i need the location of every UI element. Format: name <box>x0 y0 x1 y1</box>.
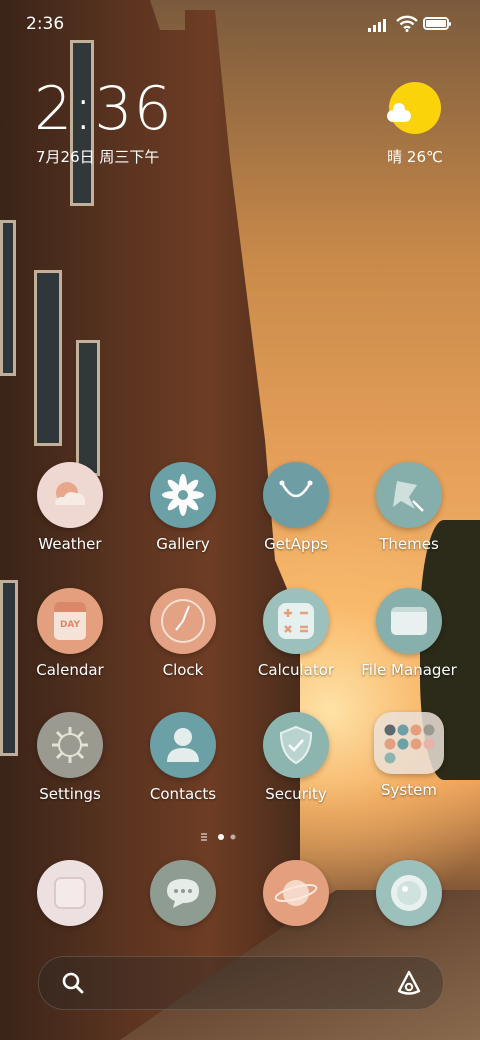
app-label: Themes <box>379 535 439 553</box>
wifi-icon <box>396 15 418 32</box>
page-indicator[interactable] <box>200 828 260 841</box>
status-bar: 2:36 <box>0 0 480 50</box>
status-time: 2:36 <box>26 14 65 34</box>
app-security[interactable]: Security <box>241 712 351 803</box>
building-window <box>34 270 62 446</box>
app-file-manager[interactable]: File Manager <box>354 588 464 679</box>
app-label: Calculator <box>257 661 335 679</box>
weather-app-icon <box>37 462 103 528</box>
app-label: Clock <box>162 661 204 679</box>
app-contacts[interactable]: Contacts <box>128 712 238 803</box>
app-getapps[interactable]: GetApps <box>241 462 351 553</box>
app-calculator[interactable]: Calculator <box>241 588 351 679</box>
message-icon <box>150 860 216 926</box>
weather-widget[interactable]: 晴 26℃ <box>384 82 446 167</box>
phone-icon <box>37 860 103 926</box>
folder-grid-icon <box>374 712 444 774</box>
dock-messages[interactable] <box>128 860 238 926</box>
calendar-icon: DAY <box>37 588 103 654</box>
app-label: Contacts <box>149 785 217 803</box>
signal-icon <box>368 18 392 32</box>
app-label: Weather <box>38 535 102 553</box>
dock-camera[interactable] <box>354 860 464 926</box>
clock-widget-date: 7月26日 周三下午 <box>36 148 160 166</box>
app-label: File Manager <box>361 661 457 679</box>
shield-icon <box>263 712 329 778</box>
clock-icon <box>150 588 216 654</box>
calculator-icon <box>263 588 329 654</box>
app-settings[interactable]: Settings <box>15 712 125 803</box>
app-label: Settings <box>39 785 101 803</box>
planet-icon <box>263 860 329 926</box>
app-label: Gallery <box>156 535 210 553</box>
app-themes[interactable]: Themes <box>354 462 464 553</box>
battery-icon <box>423 17 451 30</box>
clock-widget-time[interactable]: 2:36 <box>34 74 173 144</box>
home-search-bar[interactable] <box>38 956 444 1010</box>
person-icon <box>150 712 216 778</box>
search-icon <box>62 972 84 994</box>
sunny-icon <box>387 82 441 134</box>
app-label: Security <box>265 785 327 803</box>
dock-browser[interactable] <box>241 860 351 926</box>
gear-icon <box>37 712 103 778</box>
app-weather[interactable]: Weather <box>15 462 125 553</box>
building-window <box>0 220 16 376</box>
app-system-folder[interactable]: System <box>354 712 464 799</box>
assistant-icon[interactable] <box>395 969 423 997</box>
dock-phone[interactable] <box>15 860 125 926</box>
camera-icon <box>376 860 442 926</box>
calendar-day-text: DAY <box>59 620 81 630</box>
building-window <box>76 340 100 476</box>
app-clock[interactable]: Clock <box>128 588 238 679</box>
app-calendar[interactable]: DAY Calendar <box>15 588 125 679</box>
shopping-bag-icon <box>263 462 329 528</box>
app-gallery[interactable]: Gallery <box>128 462 238 553</box>
flower-icon <box>150 462 216 528</box>
app-label: Calendar <box>36 661 104 679</box>
star-brush-icon <box>376 462 442 528</box>
folder-icon <box>376 588 442 654</box>
app-label: System <box>381 781 437 799</box>
app-label: GetApps <box>264 535 328 553</box>
weather-summary: 晴 26℃ <box>387 148 443 166</box>
